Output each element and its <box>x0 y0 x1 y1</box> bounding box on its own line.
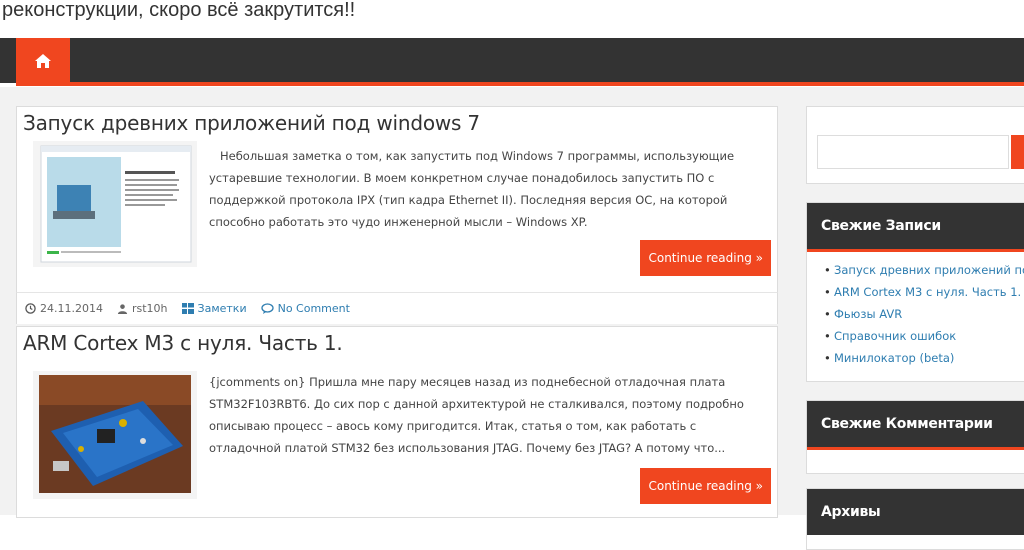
widget-title: Свежие Комментарии <box>807 401 1024 450</box>
recent-post-link[interactable]: ARM Cortex M3 с нуля. Часть 1. <box>824 281 1024 303</box>
post-thumbnail[interactable] <box>33 371 197 499</box>
post-excerpt: {jcomments on} Пришла мне пару месяцев н… <box>209 375 744 455</box>
author-text: rst10h <box>131 302 168 315</box>
nav-accent-stripe <box>16 82 1024 86</box>
archives-title: Архивы <box>821 504 881 520</box>
thumbnail-image <box>33 141 197 267</box>
widget-title-accent <box>807 249 1024 252</box>
post-thumbnail[interactable] <box>33 141 197 267</box>
post-card: Запуск древних приложений под windows 7 <box>16 106 778 294</box>
continue-reading-button[interactable]: Continue reading » <box>640 468 771 504</box>
search-input[interactable] <box>817 135 1009 169</box>
date-text: 24.11.2014 <box>40 302 103 315</box>
user-icon <box>117 304 128 314</box>
post-author: rst10h <box>117 302 168 315</box>
search-widget <box>806 106 1024 184</box>
post-list: Запуск древних приложений под windows 7 <box>16 106 778 518</box>
recent-comments-widget: Свежие Комментарии <box>806 400 1024 474</box>
post-card: ARM Cortex M3 с нуля. Часть 1. {jcomment… <box>16 326 778 518</box>
widget-title: Свежие Записи <box>807 203 1024 252</box>
comment-icon <box>260 303 274 314</box>
continue-reading-button[interactable]: Continue reading » <box>640 240 771 276</box>
recent-posts-title: Свежие Записи <box>821 218 941 234</box>
post-date: 24.11.2014 <box>25 302 103 315</box>
post-comments: No Comment <box>260 302 350 315</box>
post-title[interactable]: Запуск древних приложений под windows 7 <box>23 111 480 135</box>
post-meta: 24.11.2014 rst10h Заметки No Comment <box>16 292 778 324</box>
grid-icon <box>181 303 194 314</box>
home-button[interactable] <box>16 38 70 83</box>
recent-posts-list: Запуск древних приложений под ARM Cortex… <box>807 259 1024 369</box>
recent-posts-widget: Свежие Записи Запуск древних приложений … <box>806 202 1024 382</box>
post-category: Заметки <box>181 302 247 315</box>
clock-icon <box>25 303 36 314</box>
comments-link[interactable]: No Comment <box>278 302 350 315</box>
post-title[interactable]: ARM Cortex M3 с нуля. Часть 1. <box>23 331 343 355</box>
widget-title-accent <box>807 447 1024 450</box>
recent-post-link[interactable]: Фьюзы AVR <box>824 303 1024 325</box>
home-icon <box>35 53 51 68</box>
thumbnail-image <box>33 371 197 499</box>
recent-post-link[interactable]: Запуск древних приложений под <box>824 259 1024 281</box>
archives-widget: Архивы <box>806 488 1024 550</box>
recent-post-link[interactable]: Справочник ошибок <box>824 325 1024 347</box>
search-button[interactable] <box>1011 135 1024 169</box>
recent-post-link[interactable]: Минилокатор (beta) <box>824 347 1024 369</box>
site-tagline: реконструкции, скоро всё закрутится!! <box>2 0 356 21</box>
recent-comments-title: Свежие Комментарии <box>821 416 993 432</box>
main-navbar <box>0 38 1024 86</box>
post-excerpt: Небольшая заметка о том, как запустить п… <box>209 145 769 233</box>
widget-title: Архивы <box>807 489 1024 535</box>
excerpt-text: Небольшая заметка о том, как запустить п… <box>209 149 735 229</box>
category-link[interactable]: Заметки <box>198 302 247 315</box>
